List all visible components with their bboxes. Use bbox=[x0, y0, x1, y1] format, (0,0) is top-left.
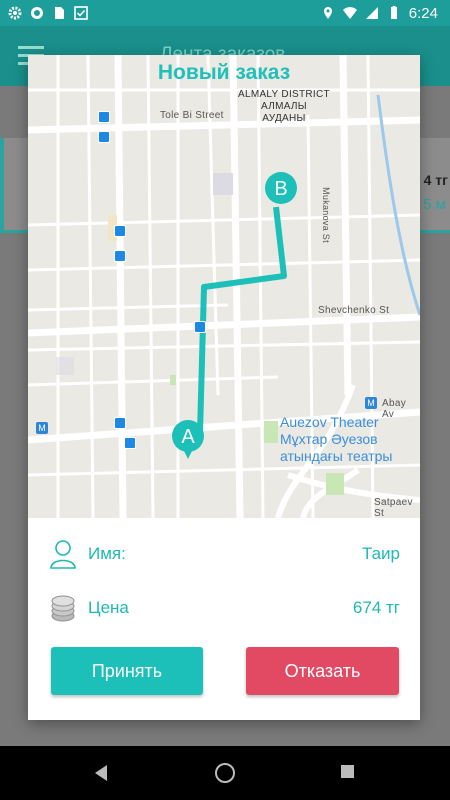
map-street-satpaev: Satpaev St bbox=[374, 497, 413, 519]
dialog-title: Новый заказ bbox=[157, 61, 291, 84]
bus-stop-icon bbox=[124, 437, 136, 449]
recent-apps-icon[interactable] bbox=[341, 765, 354, 778]
price-label: Цена bbox=[88, 598, 129, 617]
map-street-tole-bi: Tole Bi Street bbox=[160, 110, 224, 121]
map-district-label: ALMALY DISTRICT АЛМАЛЫ АУДАНЫ bbox=[238, 89, 330, 124]
status-bar: 6:24 bbox=[0, 0, 450, 26]
route-map[interactable]: Новый заказ ALMALY DISTRICT АЛМАЛЫ АУДАН… bbox=[28, 55, 420, 519]
bus-stop-icon bbox=[114, 225, 126, 237]
navigation-bar bbox=[0, 746, 450, 800]
map-street-shevchenko: Shevchenko St bbox=[318, 305, 390, 316]
customer-name-row: Имя: Таир bbox=[50, 538, 400, 570]
battery-icon bbox=[390, 6, 397, 19]
new-order-dialog: Новый заказ ALMALY DISTRICT АЛМАЛЫ АУДАН… bbox=[28, 55, 420, 720]
clock: 6:24 bbox=[408, 4, 438, 22]
bus-stop-icon bbox=[114, 250, 126, 262]
metro-icon: M bbox=[365, 397, 377, 409]
background-card-distance: 5 м bbox=[423, 196, 446, 213]
marker-start-label: A bbox=[181, 426, 195, 448]
home-icon[interactable] bbox=[215, 763, 235, 783]
bus-stop-icon bbox=[98, 131, 110, 143]
map-marker-start[interactable]: A bbox=[171, 419, 205, 463]
location-icon bbox=[323, 7, 332, 19]
gear-icon bbox=[8, 6, 22, 20]
name-label: Имя: bbox=[88, 544, 126, 563]
wifi-icon bbox=[342, 7, 357, 19]
circle-icon bbox=[31, 7, 43, 19]
coins-icon bbox=[51, 595, 75, 622]
metro-icon: M bbox=[36, 422, 48, 434]
bus-stop-icon bbox=[98, 111, 110, 123]
order-info: Имя: Таир Цена 674 тг Принять Отказать bbox=[28, 518, 420, 720]
price-value: 674 тг bbox=[352, 598, 400, 617]
name-value: Таир bbox=[361, 544, 400, 563]
map-poi-auezov-theater[interactable]: Auezov Theater Мұхтар Әуезов атындағы те… bbox=[280, 414, 392, 465]
accept-button[interactable]: Принять bbox=[51, 647, 203, 695]
marker-end-label: B bbox=[274, 178, 287, 200]
bus-stop-icon bbox=[194, 321, 206, 333]
map-marker-end[interactable]: B bbox=[264, 171, 298, 205]
back-icon[interactable] bbox=[95, 765, 107, 781]
checkbox-icon bbox=[74, 6, 88, 20]
sd-card-icon bbox=[55, 7, 64, 19]
map-street-mukanova: Mukanova St bbox=[320, 187, 331, 243]
signal-icon bbox=[365, 7, 378, 19]
background-card-price: 4 тг bbox=[423, 172, 448, 188]
user-icon bbox=[50, 540, 76, 569]
reject-button[interactable]: Отказать bbox=[246, 647, 399, 695]
price-row: Цена 674 тг bbox=[50, 592, 400, 624]
bus-stop-icon bbox=[114, 417, 126, 429]
